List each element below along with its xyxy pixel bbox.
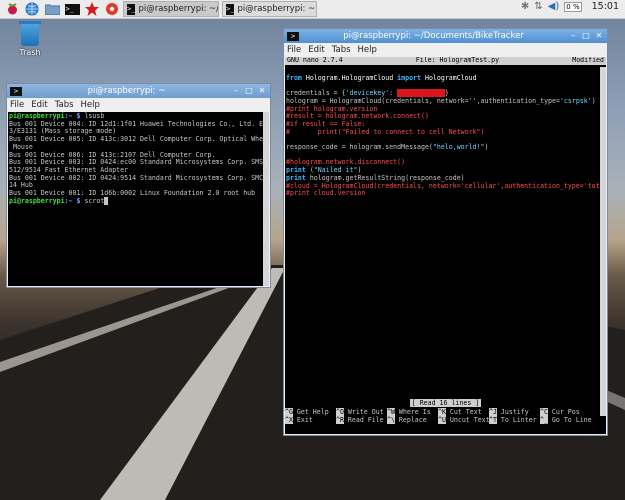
menu-tabs[interactable]: Tabs bbox=[332, 45, 351, 55]
raspberry-menu-icon[interactable] bbox=[4, 2, 20, 17]
nano-status: [ Read 16 lines ] bbox=[409, 399, 482, 407]
taskbar: >_ >_ pi@raspberrypi: ~/Do... >_ pi@rasp… bbox=[0, 0, 625, 19]
shortcut-read-file[interactable]: ^R Read File bbox=[336, 415, 387, 425]
nano-header: GNU nano 2.7.4 File: HologramTest.py Mod… bbox=[285, 57, 606, 65]
titlebar[interactable]: > pi@raspberrypi: ~/Documents/BikeTracke… bbox=[284, 29, 607, 43]
globe-browser-icon[interactable] bbox=[24, 2, 40, 17]
terminal-icon: >_ bbox=[127, 3, 136, 15]
shortcut-row: ^X Exit ^R Read File ^\ Replace ^U Uncut… bbox=[285, 415, 606, 425]
menu-file[interactable]: File bbox=[10, 100, 24, 110]
code-area[interactable]: from Hologram.HologramCloud import Holog… bbox=[285, 67, 606, 198]
nano-shortcuts: ^G Get Help ^O Write Out ^W Where Is ^K … bbox=[285, 408, 606, 425]
shortcut-exit[interactable]: ^X Exit bbox=[285, 415, 336, 425]
menubar: File Edit Tabs Help bbox=[284, 43, 607, 56]
volume-icon[interactable]: ◀) bbox=[548, 1, 560, 12]
bluetooth-icon[interactable]: ✱ bbox=[521, 1, 529, 12]
clock[interactable]: 15:01 bbox=[592, 1, 619, 12]
menu-edit[interactable]: Edit bbox=[31, 100, 47, 110]
titlebar[interactable]: > pi@raspberrypi: ~ – □ ✕ bbox=[7, 84, 270, 98]
nano-modified-flag: Modified bbox=[572, 57, 604, 64]
mathematica-icon[interactable] bbox=[104, 2, 120, 17]
code-line: # print("Failed to connect to cell Netwo… bbox=[286, 127, 485, 136]
nano-filename: File: HologramTest.py bbox=[415, 57, 500, 64]
menu-help[interactable]: Help bbox=[81, 100, 100, 110]
code-line: #print cloud.version bbox=[286, 189, 366, 198]
terminal-icon: > bbox=[10, 86, 22, 96]
nano-version: GNU nano 2.7.4 bbox=[287, 57, 343, 64]
shortcut-uncut-text[interactable]: ^U Uncut Text bbox=[438, 415, 490, 425]
menu-edit[interactable]: Edit bbox=[308, 45, 324, 55]
task-terminal-biketracker[interactable]: >_ pi@raspberrypi: ~/Do... bbox=[123, 1, 219, 17]
window-title: pi@raspberrypi: ~ bbox=[87, 86, 166, 96]
terminal-window-home: > pi@raspberrypi: ~ – □ ✕ File Edit Tabs… bbox=[6, 83, 271, 288]
menu-tabs[interactable]: Tabs bbox=[55, 100, 74, 110]
file-manager-icon[interactable] bbox=[44, 2, 60, 17]
close-button[interactable]: ✕ bbox=[257, 86, 267, 96]
scrollbar[interactable] bbox=[263, 112, 269, 286]
wolfram-icon[interactable] bbox=[84, 2, 100, 17]
task-terminal-home[interactable]: >_ pi@raspberrypi: ~ bbox=[222, 1, 317, 17]
terminal-icon: >_ bbox=[226, 3, 235, 15]
minimize-button[interactable]: – bbox=[568, 31, 578, 41]
menubar: File Edit Tabs Help bbox=[7, 98, 270, 111]
terminal-line: Bus 001 Device 002: ID 0424:9514 Standar… bbox=[9, 173, 269, 182]
nano-editor[interactable]: GNU nano 2.7.4 File: HologramTest.py Mod… bbox=[285, 57, 606, 434]
scrollbar[interactable] bbox=[600, 67, 606, 416]
cursor bbox=[104, 196, 109, 205]
desktop-trash[interactable]: Trash bbox=[12, 21, 48, 57]
shortcut-to-linter[interactable]: ^T To Linter bbox=[489, 415, 540, 425]
menu-file[interactable]: File bbox=[287, 45, 301, 55]
system-tray: ✱ ⇅ ◀) 0 % 15:01 bbox=[521, 1, 619, 12]
task-label: pi@raspberrypi: ~ bbox=[237, 4, 316, 14]
terminal-icon: > bbox=[287, 31, 299, 41]
terminal-output[interactable]: pi@raspberrypi:~ $ lsusb Bus 001 Device … bbox=[8, 112, 269, 286]
maximize-button[interactable]: □ bbox=[244, 86, 254, 96]
window-title: pi@raspberrypi: ~/Documents/BikeTracker bbox=[343, 31, 524, 41]
terminal-line: pi@raspberrypi:~ $ scrot bbox=[9, 196, 269, 206]
minimize-button[interactable]: – bbox=[231, 86, 241, 96]
task-label: pi@raspberrypi: ~/Do... bbox=[138, 4, 219, 14]
trash-icon bbox=[19, 21, 41, 46]
menu-help[interactable]: Help bbox=[358, 45, 377, 55]
shortcut-go-to-line[interactable]: ^_ Go To Line bbox=[540, 415, 592, 425]
maximize-button[interactable]: □ bbox=[581, 31, 591, 41]
close-button[interactable]: ✕ bbox=[594, 31, 604, 41]
terminal-launcher-icon[interactable]: >_ bbox=[64, 2, 80, 17]
shortcut-replace[interactable]: ^\ Replace bbox=[387, 415, 438, 425]
cpu-usage-indicator: 0 % bbox=[564, 1, 582, 12]
terminal-line: Bus 001 Device 005: ID 413c:3012 Dell Co… bbox=[9, 135, 269, 144]
network-icon[interactable]: ⇅ bbox=[534, 1, 542, 12]
terminal-window-nano: > pi@raspberrypi: ~/Documents/BikeTracke… bbox=[283, 28, 608, 436]
code-line: response_code = hologram.sendMessage("he… bbox=[286, 143, 489, 152]
trash-label: Trash bbox=[19, 48, 41, 57]
code-line: from Hologram.HologramCloud import Holog… bbox=[286, 73, 477, 82]
